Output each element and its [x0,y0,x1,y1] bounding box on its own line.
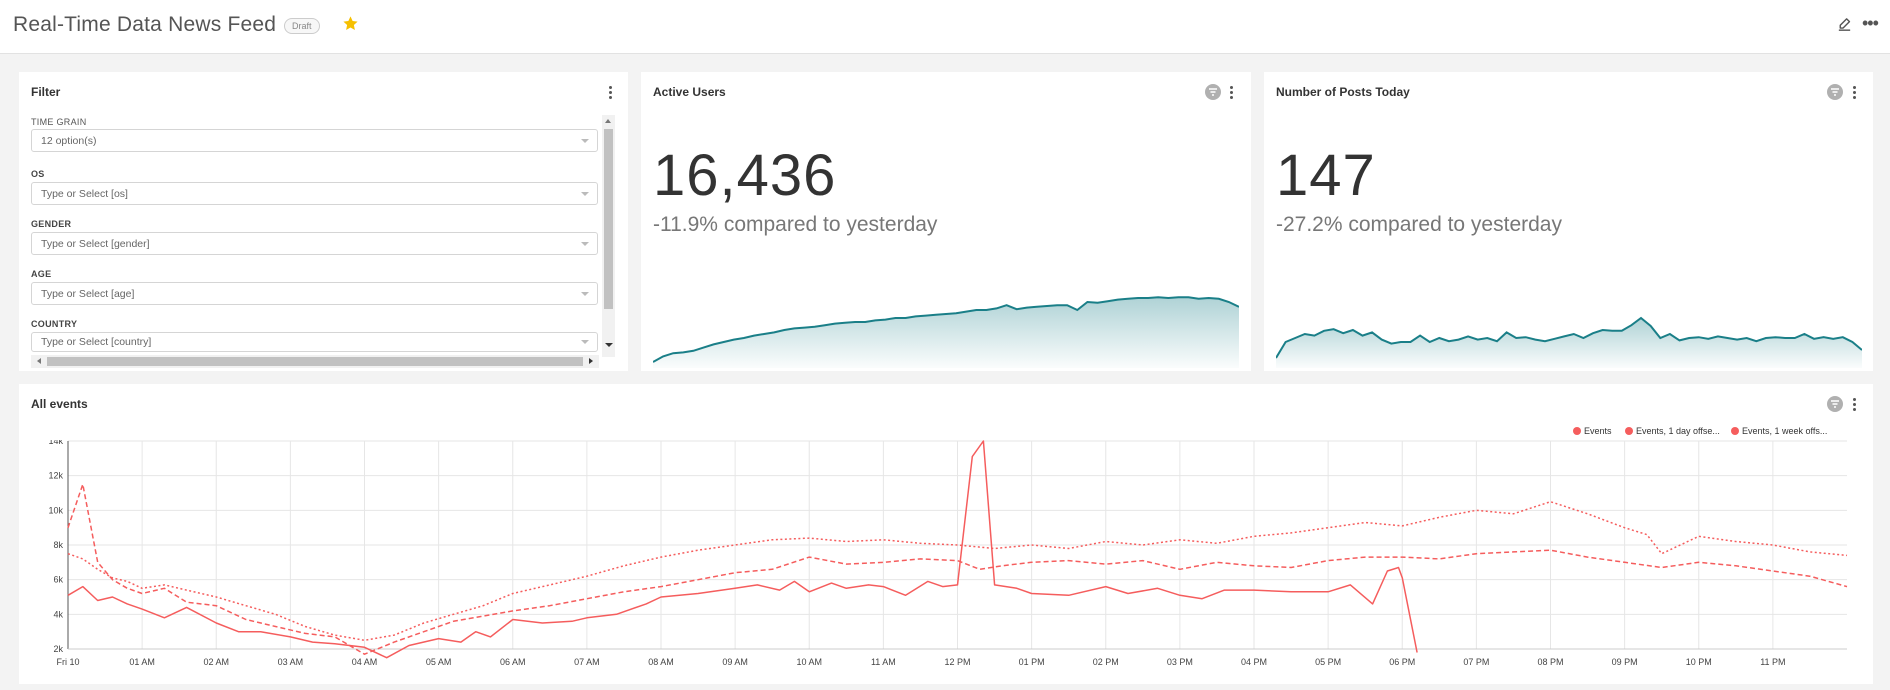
posts-title: Number of Posts Today [1276,85,1410,99]
draft-badge: Draft [284,18,320,34]
time-grain-value: 12 option(s) [41,135,97,147]
chevron-down-icon [581,139,589,143]
country-placeholder: Type or Select [country] [41,336,152,348]
x-tick-label: 12 PM [944,657,970,667]
sparkline-area [653,297,1239,368]
legend-events[interactable]: Events [1573,426,1612,436]
active-users-value: 16,436 [653,143,837,208]
active-users-comparison: -11.9% compared to yesterday [653,213,938,236]
star-icon[interactable] [342,15,359,32]
y-tick-label: 6k [53,575,63,585]
series-events-line[interactable] [67,440,1418,659]
gender-select[interactable]: Type or Select [gender] [31,232,598,255]
legend-dot [1625,427,1633,435]
x-tick-label: 06 PM [1389,657,1415,667]
x-tick-label: 02 AM [203,657,229,667]
x-tick-label: 01 AM [129,657,155,667]
time-grain-label: TIME GRAIN [31,117,87,127]
age-label: AGE [31,269,52,279]
legend-dot [1731,427,1739,435]
country-label: COUNTRY [31,319,78,329]
filter-indicator-icon[interactable] [1827,396,1843,412]
chevron-down-icon [581,192,589,196]
x-tick-label: 04 AM [352,657,378,667]
posts-sparkline [1276,316,1862,368]
filter-card-title: Filter [31,85,61,99]
chevron-down-icon [581,340,589,344]
legend-events-1-day[interactable]: Events, 1 day offse... [1625,426,1720,436]
gender-label: GENDER [31,219,72,229]
x-tick-label: 05 PM [1315,657,1341,667]
active-users-menu-icon[interactable] [1230,86,1234,100]
legend-label: Events [1584,426,1612,436]
posts-comparison: -27.2% compared to yesterday [1276,213,1562,236]
x-tick-label: 06 AM [500,657,526,667]
x-tick-label: 10 PM [1686,657,1712,667]
sparkline-area [1276,318,1862,368]
all-events-title: All events [31,397,88,411]
posts-menu-icon[interactable] [1853,86,1857,100]
x-tick-label: 09 PM [1612,657,1638,667]
active-users-sparkline [653,296,1239,368]
x-tick-label: 11 AM [871,657,896,667]
scroll-down-icon[interactable] [605,343,613,347]
y-tick-label: 10k [48,505,63,515]
x-tick-label: 04 PM [1241,657,1267,667]
edit-icon[interactable] [1836,16,1853,33]
y-tick-label: 14k [48,440,63,446]
filter-card: Filter TIME GRAIN 12 option(s) OS Type o… [19,72,628,371]
filter-indicator-icon[interactable] [1205,84,1221,100]
vertical-scrollbar-thumb[interactable] [604,129,613,309]
scroll-left-icon[interactable] [37,358,41,364]
active-users-title: Active Users [653,85,726,99]
active-users-card: Active Users 16,436 -11.9% compared to y… [641,72,1251,371]
age-select[interactable]: Type or Select [age] [31,282,598,305]
chevron-down-icon [581,292,589,296]
y-tick-label: 4k [53,609,63,619]
posts-card: Number of Posts Today 147 -27.2% compare… [1264,72,1873,371]
x-tick-label: 03 AM [278,657,304,667]
filter-indicator-icon[interactable] [1827,84,1843,100]
y-tick-label: 8k [53,540,63,550]
all-events-menu-icon[interactable] [1853,398,1857,412]
dashboard-header: Real-Time Data News Feed Draft ••• [0,0,1890,54]
os-placeholder: Type or Select [os] [41,188,128,200]
x-tick-label: 01 PM [1019,657,1045,667]
legend-label: Events, 1 day offse... [1636,426,1720,436]
age-placeholder: Type or Select [age] [41,288,135,300]
x-tick-label: Fri 10 [56,657,79,667]
time-grain-select[interactable]: 12 option(s) [31,129,598,152]
horizontal-scrollbar-thumb[interactable] [47,357,583,366]
x-tick-label: 10 AM [796,657,822,667]
legend-dot [1573,427,1581,435]
x-tick-label: 11 PM [1760,657,1785,667]
legend-events-1-week[interactable]: Events, 1 week offs... [1731,426,1827,436]
x-tick-label: 08 PM [1537,657,1563,667]
filter-menu-icon[interactable] [609,86,613,100]
legend-label: Events, 1 week offs... [1742,426,1828,436]
x-tick-label: 02 PM [1093,657,1119,667]
more-icon[interactable]: ••• [1862,13,1879,34]
os-label: OS [31,169,45,179]
x-tick-label: 07 AM [574,657,600,667]
country-select[interactable]: Type or Select [country] [31,332,598,352]
y-tick-label: 2k [53,644,63,654]
scroll-right-icon[interactable] [589,358,593,364]
os-select[interactable]: Type or Select [os] [31,182,598,205]
posts-value: 147 [1276,143,1376,208]
all-events-card: All events Events Events, 1 day offse...… [19,384,1873,684]
dashboard-title[interactable]: Real-Time Data News Feed [13,13,276,37]
x-tick-label: 09 AM [722,657,748,667]
all-events-chart: 2k 4k 6k 8k 10k 12k 14k Fri 10 01 AM 02 AM 03 AM 04… [48,440,1848,667]
x-tick-label: 08 AM [648,657,674,667]
gender-placeholder: Type or Select [gender] [41,238,150,250]
x-tick-label: 03 PM [1167,657,1193,667]
chevron-down-icon [581,242,589,246]
x-tick-label: 05 AM [426,657,452,667]
y-tick-label: 12k [48,471,63,481]
scroll-up-icon[interactable] [605,119,611,123]
x-tick-label: 07 PM [1463,657,1489,667]
